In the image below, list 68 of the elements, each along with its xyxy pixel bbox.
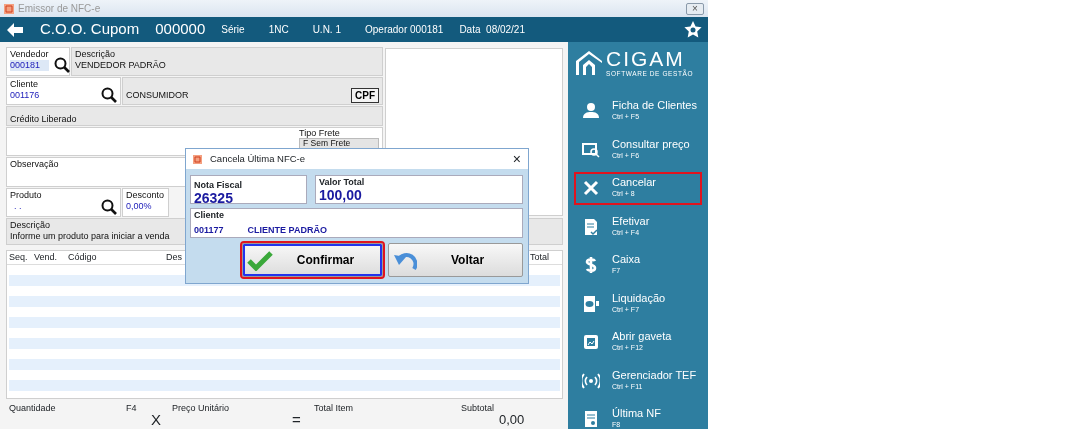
field-label: Desconto: [126, 190, 165, 201]
column-header: Código: [68, 252, 97, 262]
unit-label: U.N. 1: [312, 23, 341, 37]
broadcast-icon: [582, 371, 600, 390]
price-search-icon: [582, 140, 600, 159]
shortcut-label: F4: [126, 402, 138, 415]
field-label: Cliente: [194, 210, 224, 221]
equals-sign: =: [292, 412, 302, 427]
notes-label: Observação: [10, 159, 59, 170]
client-name: CLIENTE PADRÃO: [247, 225, 327, 236]
logo-text: CIGAM: [606, 48, 685, 69]
serie-label: Série: [221, 23, 245, 37]
client-code: 001177: [194, 225, 224, 236]
client-name: CONSUMIDOR: [126, 89, 189, 101]
field-label: Descrição: [75, 49, 115, 60]
product-hint: Informe um produto para iniciar a venda: [10, 231, 170, 242]
column-header: Vend.: [34, 252, 58, 262]
logo-mark: [576, 51, 602, 76]
seller-code-field[interactable]: 000181: [10, 60, 49, 71]
field-label: Tipo Frete: [299, 129, 341, 138]
operator-label: Operador 000181: [365, 23, 444, 37]
star-icon[interactable]: [684, 20, 702, 39]
field-label: Descrição: [10, 220, 50, 231]
date-label: Data 08/02/21: [459, 23, 525, 37]
close-button[interactable]: ×: [512, 148, 521, 170]
client-code-field[interactable]: 001176: [10, 90, 101, 101]
dialog-button[interactable]: Confirmar: [242, 243, 383, 277]
multiply-sign: X: [151, 412, 162, 427]
invoice-number: 26325: [194, 191, 233, 206]
subtotal-label: Subtotal: [461, 402, 496, 415]
quantity-label: Quantidade: [9, 402, 57, 415]
close-icon: [582, 179, 600, 198]
column-header: Seq.: [9, 252, 28, 262]
credit-label: Crédito Liberado: [10, 114, 77, 125]
field-label: Vendedor: [10, 49, 49, 60]
app-icon: [4, 3, 14, 14]
drawer-icon: [582, 333, 600, 352]
seller-name: VENDEDOR PADRÃO: [75, 60, 166, 71]
document-icon: [582, 217, 600, 236]
back-arrow-icon[interactable]: [6, 21, 24, 38]
close-button[interactable]: ×: [686, 2, 704, 15]
item-total-label: Total Item: [314, 402, 354, 415]
search-icon[interactable]: [101, 199, 117, 215]
coupon-title: C.O.O. Cupom: [40, 19, 140, 40]
app-icon: [193, 154, 202, 164]
field-label: Nota Fiscal: [194, 180, 242, 191]
discount-field[interactable]: 0,00%: [126, 201, 152, 212]
window-title: Emissor de NFC-e: [18, 2, 101, 16]
field-label: Cliente: [10, 79, 39, 90]
coupon-number: 000000: [155, 19, 206, 40]
field-label: Produto: [10, 190, 43, 201]
product-field[interactable]: . .: [10, 201, 101, 212]
dialog-button[interactable]: Voltar: [388, 243, 523, 277]
client-field[interactable]: CONSUMIDOR CPF: [122, 77, 383, 105]
dialog-title: Cancela Última NFC-e: [210, 151, 306, 166]
serie-value: 1NC: [268, 23, 289, 37]
field-label: Valor Total: [319, 177, 365, 188]
column-header: Total: [530, 252, 549, 262]
total-value: 100,00: [319, 188, 362, 203]
person-icon: [582, 102, 600, 121]
subtotal-value: 0,00: [499, 412, 526, 427]
column-header: Des: [166, 252, 182, 262]
unit-price-label: Preço Unitário: [172, 402, 231, 415]
search-icon[interactable]: [101, 87, 117, 103]
check-icon: [247, 249, 273, 271]
search-icon[interactable]: [53, 57, 70, 73]
cpf-button[interactable]: CPF: [351, 87, 379, 103]
terminal-icon: [582, 294, 600, 313]
